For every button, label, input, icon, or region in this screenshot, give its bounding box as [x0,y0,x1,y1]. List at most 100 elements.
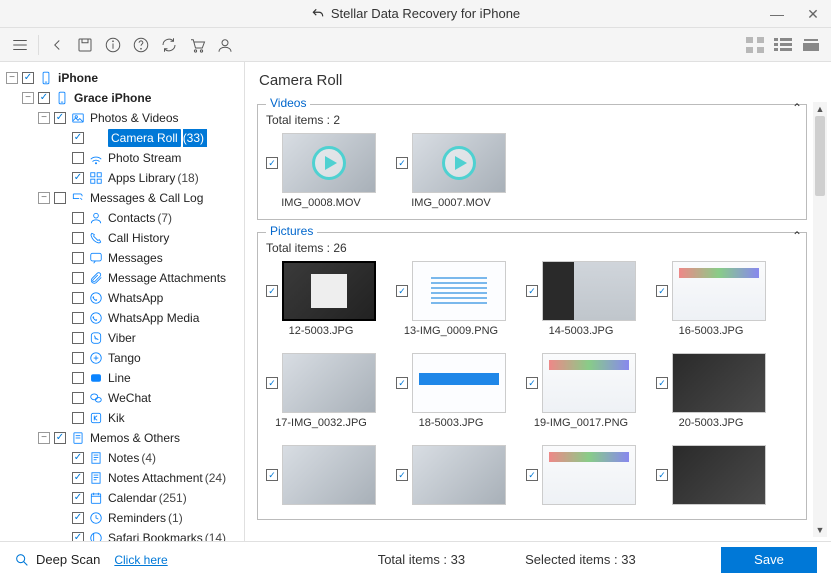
checkbox[interactable] [72,392,84,404]
tree-item[interactable]: −Photos & Videos [4,108,240,128]
checkbox[interactable] [72,312,84,324]
tree-item[interactable]: Safari Bookmarks (14) [4,528,240,541]
tree-item[interactable]: Camera Roll (33) [4,128,240,148]
collapse-icon[interactable]: − [6,72,18,84]
help-icon[interactable] [128,32,154,58]
thumbnail[interactable] [282,445,376,505]
item-checkbox[interactable] [266,377,278,389]
scroll-up-icon[interactable]: ▲ [813,102,827,116]
checkbox[interactable] [72,372,84,384]
checkbox[interactable] [72,132,84,144]
thumbnail[interactable] [412,353,506,413]
scrollbar[interactable]: ▲ ▼ [813,102,827,537]
tree-item[interactable]: −Memos & Others [4,428,240,448]
thumbnail[interactable] [542,445,636,505]
item-checkbox[interactable] [526,285,538,297]
grid-view-icon[interactable] [743,35,767,55]
checkbox[interactable] [72,332,84,344]
tree-item[interactable]: Reminders (1) [4,508,240,528]
collapse-icon[interactable]: − [38,112,50,124]
checkbox[interactable] [72,272,84,284]
item-checkbox[interactable] [526,377,538,389]
tree-item[interactable]: Photo Stream [4,148,240,168]
checkbox[interactable] [72,492,84,504]
thumbnail[interactable] [672,261,766,321]
tree-item[interactable]: Notes Attachment (24) [4,468,240,488]
tree-item[interactable]: Notes (4) [4,448,240,468]
tree-item[interactable]: Apps Library (18) [4,168,240,188]
close-button[interactable]: ✕ [795,0,831,28]
user-icon[interactable] [212,32,238,58]
thumbnail[interactable] [672,445,766,505]
tree-item[interactable]: −Grace iPhone [4,88,240,108]
tree-item[interactable]: WeChat [4,388,240,408]
checkbox[interactable] [72,412,84,424]
thumbnail[interactable] [542,353,636,413]
item-checkbox[interactable] [656,285,668,297]
minimize-button[interactable]: — [759,0,795,28]
refresh-icon[interactable] [156,32,182,58]
tree-item[interactable]: Calendar (251) [4,488,240,508]
tree-item[interactable]: Contacts (7) [4,208,240,228]
item-checkbox[interactable] [396,157,408,169]
cart-icon[interactable] [184,32,210,58]
info-icon[interactable] [100,32,126,58]
chevron-up-icon[interactable]: ⌃ [792,101,802,115]
scroll-thumb[interactable] [815,116,825,196]
tree-item[interactable]: Tango [4,348,240,368]
checkbox[interactable] [72,512,84,524]
thumbnail[interactable] [282,261,376,321]
checkbox[interactable] [54,432,66,444]
checkbox[interactable] [72,352,84,364]
back-icon[interactable] [44,32,70,58]
chevron-up-icon[interactable]: ⌃ [792,229,802,243]
tree-item[interactable]: Messages [4,248,240,268]
checkbox[interactable] [72,152,84,164]
click-here-link[interactable]: Click here [114,553,167,567]
thumbnail[interactable] [672,353,766,413]
thumbnail[interactable] [542,261,636,321]
tree-item[interactable]: WhatsApp [4,288,240,308]
checkbox[interactable] [38,92,50,104]
item-checkbox[interactable] [396,469,408,481]
checkbox[interactable] [54,192,66,204]
tree-item[interactable]: Message Attachments [4,268,240,288]
checkbox[interactable] [72,472,84,484]
checkbox[interactable] [72,452,84,464]
item-checkbox[interactable] [526,469,538,481]
thumbnail[interactable] [282,353,376,413]
thumbnail[interactable] [282,133,376,193]
item-checkbox[interactable] [266,157,278,169]
checkbox[interactable] [72,532,84,541]
thumbnail[interactable] [412,133,506,193]
item-checkbox[interactable] [266,469,278,481]
thumbnail[interactable] [412,445,506,505]
thumbnail[interactable] [412,261,506,321]
save-button[interactable]: Save [721,547,817,573]
item-checkbox[interactable] [266,285,278,297]
checkbox[interactable] [72,292,84,304]
tree-item[interactable]: −Messages & Call Log [4,188,240,208]
checkbox[interactable] [72,172,84,184]
collapse-icon[interactable]: − [22,92,34,104]
checkbox[interactable] [22,72,34,84]
scroll-track[interactable] [813,116,827,523]
item-checkbox[interactable] [396,285,408,297]
item-checkbox[interactable] [656,469,668,481]
collapse-icon[interactable]: − [38,432,50,444]
tree-item[interactable]: Kik [4,408,240,428]
checkbox[interactable] [72,212,84,224]
collapse-icon[interactable]: − [38,192,50,204]
tree-item[interactable]: LINELine [4,368,240,388]
menu-icon[interactable] [7,32,33,58]
stack-view-icon[interactable] [799,35,823,55]
checkbox[interactable] [72,232,84,244]
scroll-down-icon[interactable]: ▼ [813,523,827,537]
tree-item[interactable]: −iPhone [4,68,240,88]
tree-item[interactable]: Call History [4,228,240,248]
checkbox[interactable] [72,252,84,264]
item-checkbox[interactable] [396,377,408,389]
save-disk-icon[interactable] [72,32,98,58]
checkbox[interactable] [54,112,66,124]
tree-item[interactable]: WhatsApp Media [4,308,240,328]
